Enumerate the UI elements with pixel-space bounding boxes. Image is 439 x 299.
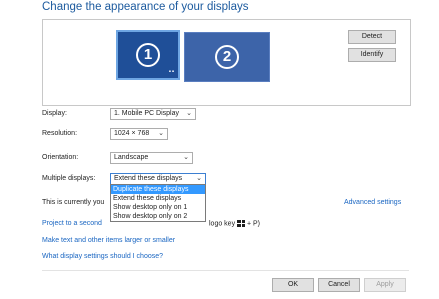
orientation-label: Orientation:: [42, 154, 79, 161]
orientation-value: Landscape: [114, 154, 149, 161]
divider: [42, 270, 409, 271]
project-shortcut-text: logo key + P): [209, 220, 260, 227]
display-label: Display:: [42, 110, 67, 117]
dropdown-option[interactable]: Show desktop only on 2: [111, 212, 205, 221]
chevron-down-icon: ⌄: [196, 175, 202, 182]
larger-text-link[interactable]: Make text and other items larger or smal…: [42, 237, 175, 244]
windows-logo-icon: [237, 220, 246, 227]
dropdown-option[interactable]: Show desktop only on 1: [111, 203, 205, 212]
display-value: 1. Mobile PC Display: [114, 110, 179, 117]
advanced-settings-link[interactable]: Advanced settings: [344, 199, 401, 206]
current-status-text: This is currently you: [42, 199, 105, 206]
dropdown-option[interactable]: Extend these displays: [111, 194, 205, 203]
multiple-displays-dropdown[interactable]: Duplicate these displays Extend these di…: [110, 184, 206, 222]
plus-p-text: + P): [246, 220, 261, 228]
chevron-down-icon: ⌄: [158, 130, 164, 137]
multiple-displays-value: Extend these displays: [114, 175, 183, 182]
resolution-value: 1024 × 768: [114, 130, 150, 137]
monitor-1[interactable]: 1 ▪▪: [116, 30, 180, 80]
dropdown-option[interactable]: Duplicate these displays: [111, 185, 205, 194]
logo-key-text: logo key: [209, 220, 236, 228]
resolution-label: Resolution:: [42, 130, 78, 137]
project-second-screen-link[interactable]: Project to a second: [42, 220, 102, 227]
monitor-2[interactable]: 2: [184, 32, 270, 82]
multiple-displays-label: Multiple displays:: [42, 175, 96, 182]
orientation-select[interactable]: Landscape ⌄: [110, 152, 193, 164]
identify-button[interactable]: Identify: [348, 48, 396, 62]
which-settings-link[interactable]: What display settings should I choose?: [42, 253, 163, 260]
chevron-down-icon: ⌄: [186, 110, 192, 117]
ok-button[interactable]: OK: [272, 278, 314, 292]
apply-button[interactable]: Apply: [364, 278, 406, 292]
monitor-number: 1: [136, 43, 160, 67]
display-select[interactable]: 1. Mobile PC Display ⌄: [110, 108, 196, 120]
chevron-down-icon: ⌄: [183, 154, 189, 161]
detect-button[interactable]: Detect: [348, 30, 396, 44]
resolution-select[interactable]: 1024 × 768 ⌄: [110, 128, 168, 140]
monitor-menu-icon: ▪▪: [168, 69, 175, 75]
page-title: Change the appearance of your displays: [42, 1, 249, 13]
cancel-button[interactable]: Cancel: [318, 278, 360, 292]
monitor-number: 2: [215, 45, 239, 69]
